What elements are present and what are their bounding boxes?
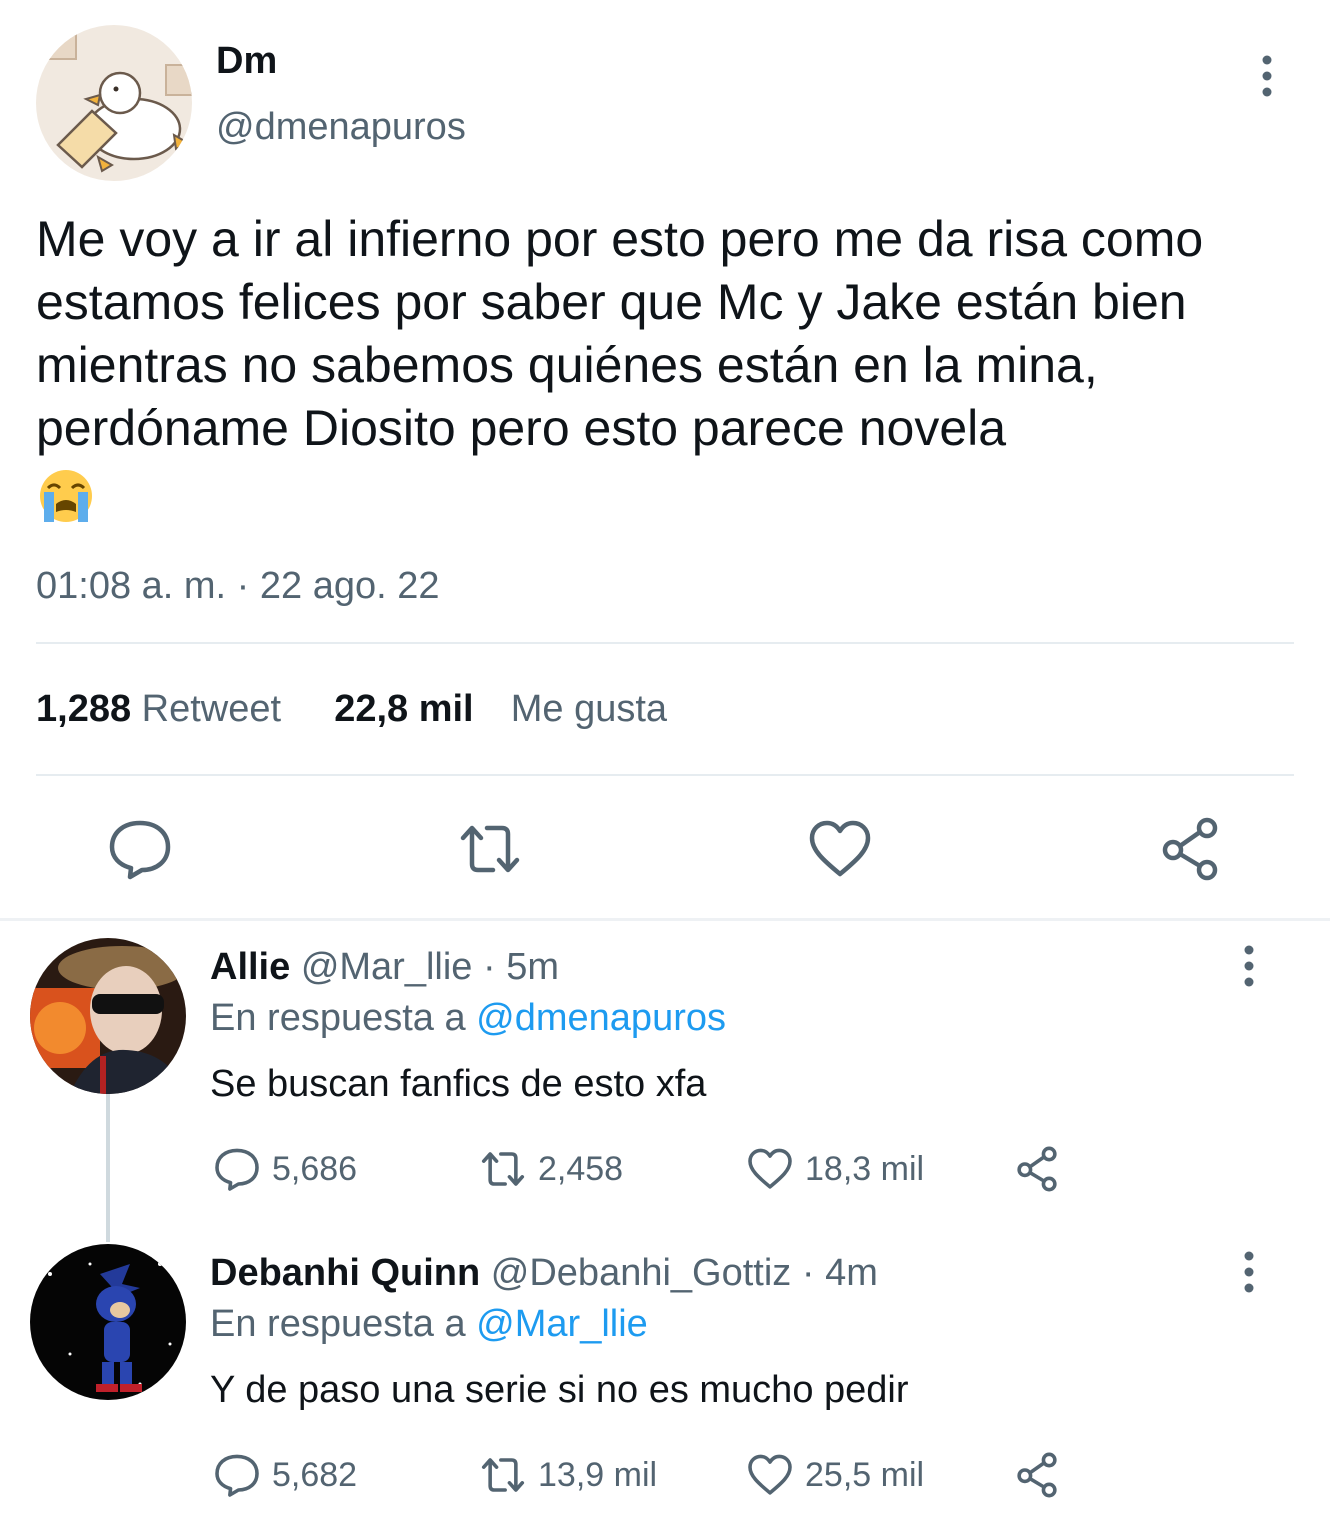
reply-reply-button[interactable]: 5,686 xyxy=(212,1144,357,1194)
like-icon[interactable] xyxy=(805,814,875,884)
reply-avatar[interactable] xyxy=(30,938,186,1094)
tweet-text: Me voy a ir al infierno por esto pero me… xyxy=(36,208,1306,526)
more-options-icon[interactable] xyxy=(1234,944,1264,988)
reply-author-name[interactable]: Debanhi Quinn xyxy=(210,1252,480,1294)
reply-header: Debanhi Quinn @Debanhi_Gottiz · 4m xyxy=(210,1252,878,1295)
reply-retweet-button[interactable]: 13,9 mil xyxy=(478,1450,657,1500)
reply-author-name[interactable]: Allie xyxy=(210,946,290,988)
share-icon[interactable] xyxy=(1155,814,1225,884)
retweet-icon xyxy=(481,1152,525,1186)
retweet-count: 2,458 xyxy=(538,1149,624,1188)
thread-line xyxy=(106,1092,110,1242)
replying-to-prefix: En respuesta a xyxy=(210,1303,477,1345)
reply-icon xyxy=(215,1454,259,1497)
reply-header: Allie @Mar_llie · 5m xyxy=(210,946,559,989)
tweet-timestamp[interactable]: 01:08 a. m. · 22 ago. 22 xyxy=(36,565,440,608)
reply-share-button[interactable] xyxy=(1012,1144,1072,1194)
replying-to-link[interactable]: @dmenapuros xyxy=(476,997,726,1039)
replying-to: En respuesta a @dmenapuros xyxy=(210,997,726,1040)
reply-text: Y de paso una serie si no es mucho pedir xyxy=(210,1369,909,1411)
author-name[interactable]: Dm xyxy=(216,40,277,83)
like-icon xyxy=(748,1148,792,1189)
like-icon xyxy=(748,1454,792,1495)
tweet-stats: 1,288 Retweet 22,8 mil Me gusta xyxy=(36,688,667,731)
reply-text: Se buscan fanfics de esto xfa xyxy=(210,1063,707,1105)
like-count: 18,3 mil xyxy=(805,1149,925,1188)
retweet-icon xyxy=(481,1458,525,1492)
replying-to-link[interactable]: @Mar_llie xyxy=(476,1303,648,1345)
retweet-label[interactable]: Retweet xyxy=(142,688,281,730)
section-separator xyxy=(0,918,1330,921)
more-options-icon[interactable] xyxy=(1234,1250,1264,1294)
reply-count: 5,686 xyxy=(272,1149,358,1188)
reply-author-meta[interactable]: @Debanhi_Gottiz · 4m xyxy=(491,1252,878,1294)
reply-author-meta[interactable]: @Mar_llie · 5m xyxy=(301,946,559,988)
divider xyxy=(36,642,1294,644)
reply-retweet-button[interactable]: 2,458 xyxy=(478,1144,623,1194)
replying-to: En respuesta a @Mar_llie xyxy=(210,1303,648,1346)
divider xyxy=(36,774,1294,776)
retweet-count[interactable]: 1,288 xyxy=(36,688,131,730)
reply-icon[interactable] xyxy=(105,814,175,884)
loudly-crying-face-icon xyxy=(36,466,96,526)
reply-avatar[interactable] xyxy=(30,1244,186,1400)
retweet-icon[interactable] xyxy=(455,814,525,884)
like-label[interactable]: Me gusta xyxy=(511,688,667,730)
reply-count: 5,682 xyxy=(272,1455,358,1494)
replying-to-prefix: En respuesta a xyxy=(210,997,477,1039)
author-handle[interactable]: @dmenapuros xyxy=(216,106,466,149)
author-avatar[interactable] xyxy=(36,25,192,181)
like-count[interactable]: 22,8 mil xyxy=(334,688,473,730)
more-options-icon[interactable] xyxy=(1252,54,1282,98)
like-count: 25,5 mil xyxy=(805,1455,925,1494)
tweet-body: Me voy a ir al infierno por esto pero me… xyxy=(36,211,1204,456)
reply-icon xyxy=(215,1148,259,1191)
reply-reply-button[interactable]: 5,682 xyxy=(212,1450,357,1500)
reply-like-button[interactable]: 25,5 mil xyxy=(745,1450,924,1500)
reply-share-button[interactable] xyxy=(1012,1450,1072,1500)
share-icon xyxy=(1017,1452,1057,1498)
retweet-count: 13,9 mil xyxy=(538,1455,658,1494)
share-icon xyxy=(1017,1146,1057,1192)
reply-like-button[interactable]: 18,3 mil xyxy=(745,1144,924,1194)
